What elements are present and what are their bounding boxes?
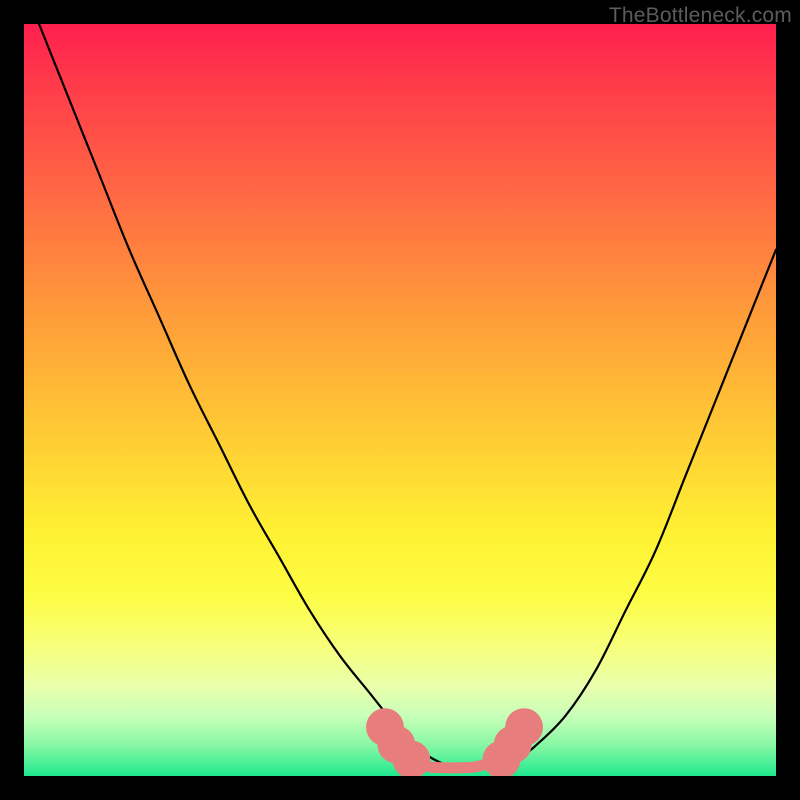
chart-frame [24, 24, 776, 776]
valley-marker [505, 708, 543, 746]
series-left-curve [39, 24, 445, 765]
series-right-curve [505, 250, 776, 765]
plot-curves [24, 24, 776, 776]
watermark-text: TheBottleneck.com [609, 4, 792, 28]
